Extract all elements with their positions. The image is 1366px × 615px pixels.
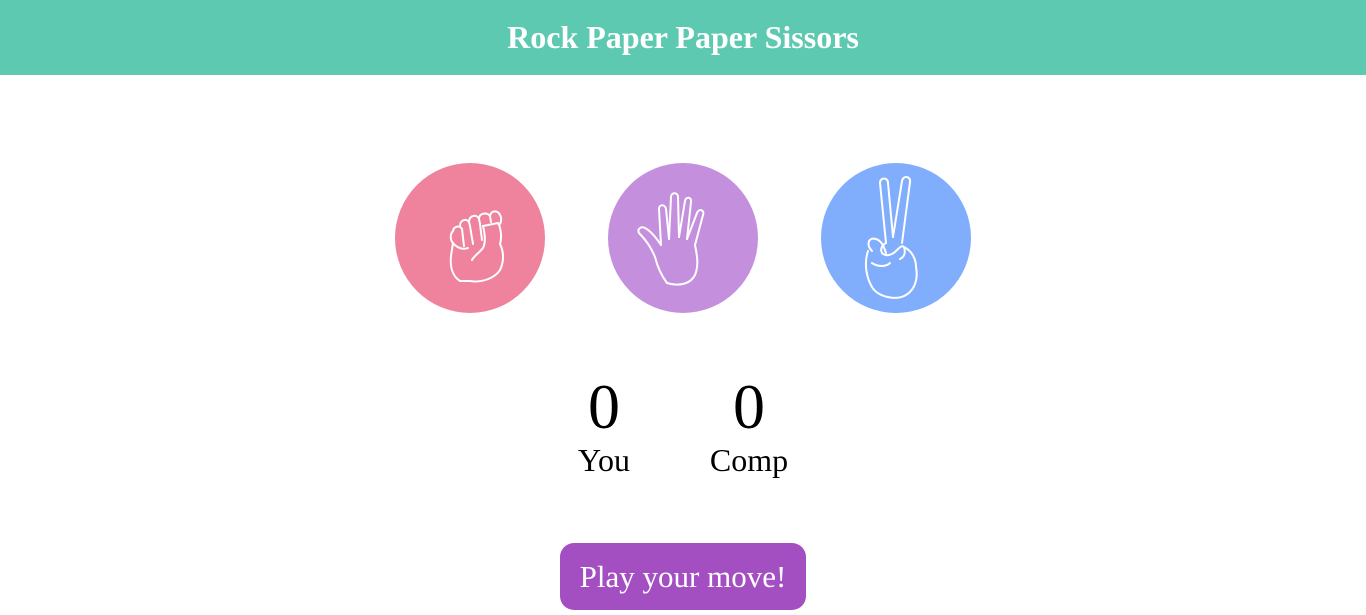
page-title: Rock Paper Paper Sissors — [507, 19, 859, 55]
app-header: Rock Paper Paper Sissors — [0, 0, 1366, 75]
open-hand-icon — [637, 192, 705, 286]
peace-sign-icon — [864, 176, 918, 299]
computer-score: 0 Comp — [679, 371, 819, 479]
play-move-button[interactable]: Play your move! — [560, 543, 806, 610]
player-score: 0 You — [534, 371, 674, 479]
computer-score-label: Comp — [709, 442, 789, 478]
scissors-button[interactable] — [821, 163, 971, 313]
computer-score-value: 0 — [733, 371, 765, 442]
player-score-value: 0 — [588, 371, 620, 442]
player-score-label: You — [578, 442, 630, 478]
paper-button[interactable] — [608, 163, 758, 313]
fist-icon — [449, 210, 504, 283]
rock-button[interactable] — [395, 163, 545, 313]
